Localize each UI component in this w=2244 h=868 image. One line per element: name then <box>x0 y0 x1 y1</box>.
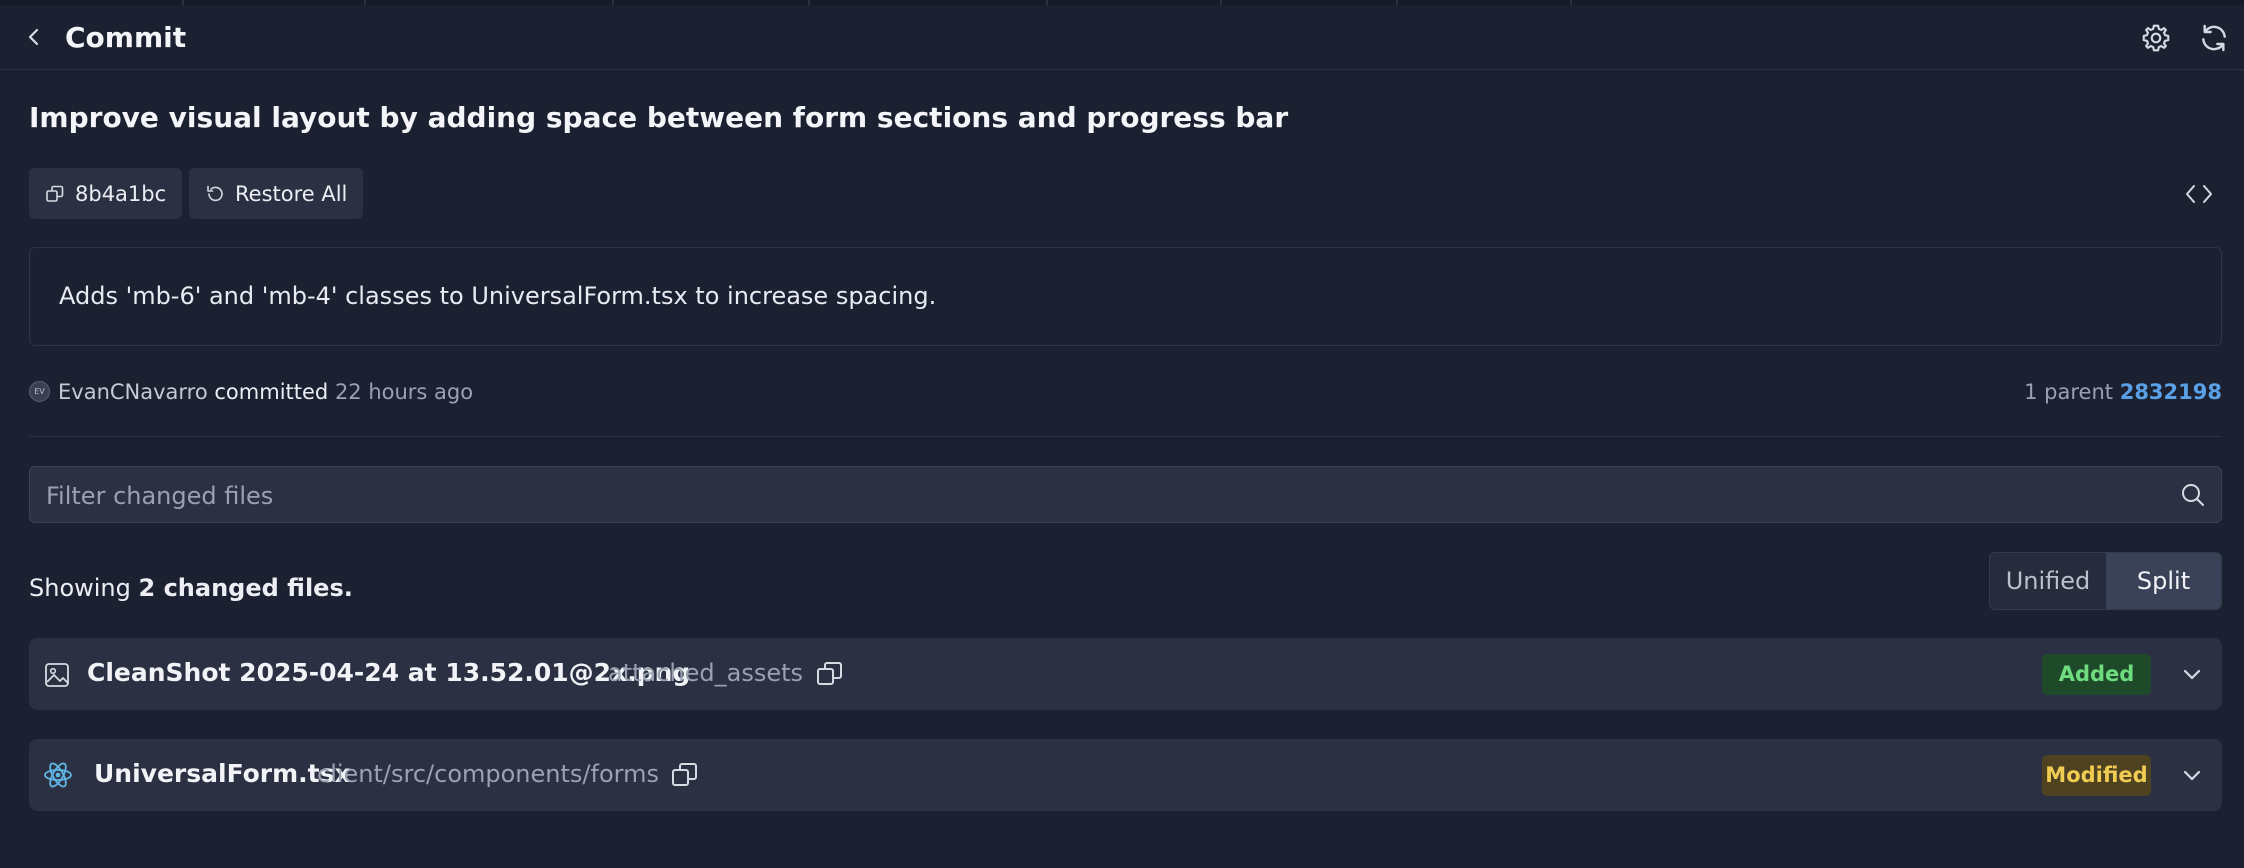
summary-prefix: Showing <box>29 574 131 602</box>
parent-hash-link[interactable]: 2832198 <box>2120 380 2222 404</box>
author-avatar: EV <box>29 381 50 402</box>
code-view-icon[interactable] <box>2184 180 2214 208</box>
file-name: CleanShot 2025-04-24 at 13.52.01@2x.png <box>87 658 691 687</box>
image-icon <box>45 663 69 687</box>
search-icon[interactable] <box>2179 481 2207 509</box>
chevron-down-icon[interactable] <box>2179 662 2205 686</box>
restore-all-label: Restore All <box>235 181 348 206</box>
file-path: attached_assets <box>608 659 804 687</box>
diff-view-toggle: Unified Split <box>1989 552 2222 610</box>
header: Commit <box>0 5 2244 70</box>
status-badge-modified: Modified <box>2042 755 2151 796</box>
chevron-down-icon[interactable] <box>2179 763 2205 787</box>
restore-all-button[interactable]: Restore All <box>189 168 364 219</box>
file-row-image[interactable]: CleanShot 2025-04-24 at 13.52.01@2x.png … <box>29 638 2222 710</box>
copy-icon <box>46 185 64 202</box>
commit-time: 22 hours ago <box>334 380 474 404</box>
copy-icon[interactable] <box>670 760 700 790</box>
restore-icon <box>207 185 223 201</box>
author-info: EvanCNavarro committed 22 hours ago <box>58 380 473 404</box>
parent-info: 1 parent 2832198 <box>2024 380 2222 404</box>
filter-changed-files-input[interactable] <box>44 467 2148 524</box>
copy-hash-button[interactable]: 8b4a1bc <box>29 168 183 219</box>
react-icon <box>44 762 72 788</box>
refresh-icon[interactable] <box>2198 22 2230 54</box>
parent-label: 1 parent <box>2024 380 2114 404</box>
commit-action: committed <box>214 380 329 404</box>
summary-count: 2 changed files. <box>138 574 353 602</box>
divider <box>29 436 2222 437</box>
file-row-tsx[interactable]: UniversalForm.tsx client/src/components/… <box>29 739 2222 811</box>
commit-description: Adds 'mb-6' and 'mb-4' classes to Univer… <box>59 282 937 310</box>
author-name[interactable]: EvanCNavarro <box>58 380 208 404</box>
commit-hash: 8b4a1bc <box>75 181 167 206</box>
commit-title: Improve visual layout by adding space be… <box>29 101 1289 134</box>
copy-icon[interactable] <box>815 659 845 689</box>
back-arrow-icon[interactable] <box>22 25 46 49</box>
page-title: Commit <box>65 21 187 54</box>
settings-gear-icon[interactable] <box>2140 22 2172 54</box>
file-name: UniversalForm.tsx <box>94 759 351 788</box>
commit-description-box: Adds 'mb-6' and 'mb-4' classes to Univer… <box>29 247 2222 346</box>
filter-box <box>29 466 2222 524</box>
changed-files-summary: Showing 2 changed files. <box>29 574 353 602</box>
split-view-button[interactable]: Split <box>2106 553 2221 609</box>
file-path: client/src/components/forms <box>317 760 659 788</box>
status-badge-added: Added <box>2042 654 2151 695</box>
unified-view-button[interactable]: Unified <box>1990 553 2106 609</box>
